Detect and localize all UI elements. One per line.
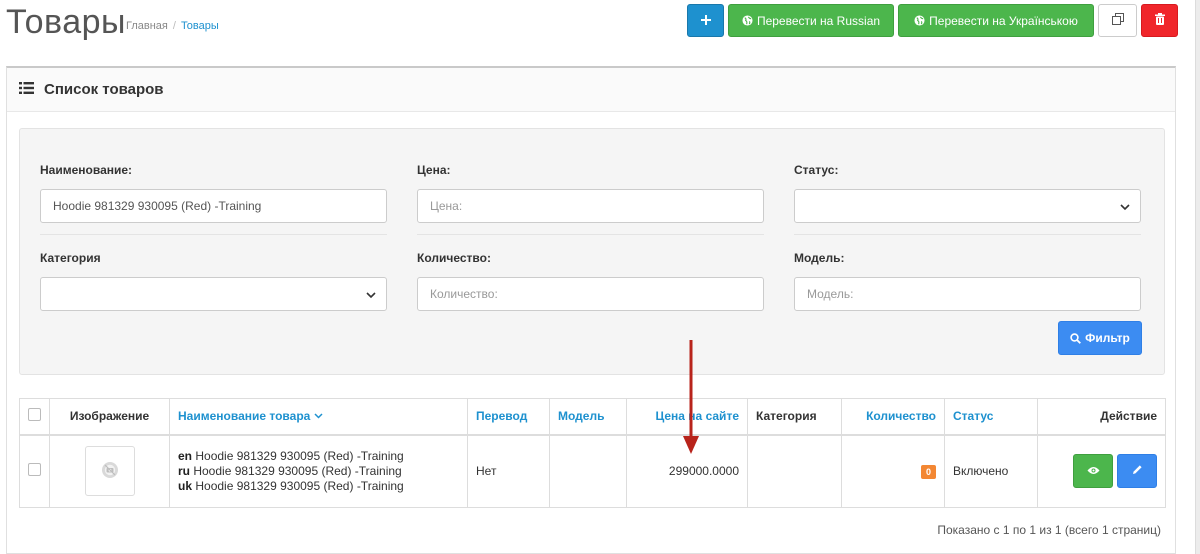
filter-category-select[interactable] xyxy=(40,277,387,311)
products-table: Изображение Наименование товара Перевод … xyxy=(19,398,1166,508)
filter-name-value: Hoodie 981329 930095 (Red) -Training xyxy=(53,199,262,213)
col-quantity[interactable]: Количество xyxy=(841,398,945,436)
annotation-arrow xyxy=(683,340,699,454)
filter-status-select[interactable] xyxy=(794,189,1141,223)
row-model-cell xyxy=(549,434,627,508)
product-thumbnail xyxy=(84,446,135,497)
edit-button[interactable] xyxy=(1117,454,1157,489)
select-all-checkbox[interactable] xyxy=(28,408,41,422)
window-scrollbar[interactable] xyxy=(1195,0,1200,554)
pencil-icon xyxy=(1132,464,1143,478)
row-select-cell xyxy=(19,434,50,508)
filter-price-label: Цена: xyxy=(417,163,451,177)
filter-price-group: Цена: Цена: xyxy=(417,163,764,223)
delete-button[interactable] xyxy=(1141,4,1178,37)
search-icon xyxy=(1070,332,1082,344)
col-quantity-link[interactable]: Количество xyxy=(866,409,936,423)
view-button[interactable] xyxy=(1073,454,1113,489)
filter-name-label: Наименование: xyxy=(40,163,133,177)
pagination-summary: Показано с 1 по 1 из 1 (всего 1 страниц) xyxy=(937,523,1161,537)
quantity-badge: 0 xyxy=(920,464,936,479)
row-checkbox[interactable] xyxy=(28,463,41,477)
page-title: Товары xyxy=(6,3,126,41)
breadcrumb-home[interactable]: Главная xyxy=(126,20,168,32)
filter-category-group: Категория xyxy=(40,251,387,311)
top-actions: Перевести на Russian Перевести на Україн… xyxy=(687,4,1178,37)
breadcrumb-separator: / xyxy=(172,20,176,32)
filter-status-group: Статус: xyxy=(794,163,1141,223)
col-translation-link[interactable]: Перевод xyxy=(476,409,527,423)
filter-model-input[interactable]: Модель: xyxy=(794,277,1141,311)
filter-quantity-input[interactable]: Количество: xyxy=(417,277,764,311)
breadcrumb-products[interactable]: Товары xyxy=(181,20,219,32)
globe-icon xyxy=(914,15,925,26)
table-header-row: Изображение Наименование товара Перевод … xyxy=(19,398,1166,436)
translate-uk-label: Перевести на Українською xyxy=(929,13,1078,28)
filter-divider xyxy=(794,234,1141,235)
select-all-cell xyxy=(19,398,50,436)
filter-divider xyxy=(40,234,387,235)
eye-icon xyxy=(1087,464,1100,478)
filter-status-label: Статус: xyxy=(794,163,839,177)
filter-model-label: Модель: xyxy=(794,251,845,265)
filter-quantity-label: Количество: xyxy=(417,251,491,265)
row-action-cell xyxy=(1037,434,1166,508)
copy-button[interactable] xyxy=(1098,4,1137,37)
col-model[interactable]: Модель xyxy=(549,398,627,436)
filter-quantity-placeholder: Количество: xyxy=(430,287,498,301)
filter-model-group: Модель: Модель: xyxy=(794,251,1141,311)
col-image: Изображение xyxy=(49,398,170,436)
translate-ru-label: Перевести на Russian xyxy=(756,13,881,28)
row-quantity-cell: 0 xyxy=(841,434,945,508)
product-name-ru: ru Hoodie 981329 930095 (Red) -Training xyxy=(178,463,402,478)
col-name[interactable]: Наименование товара xyxy=(169,398,468,436)
plus-icon xyxy=(700,14,711,28)
row-name-cell: en Hoodie 981329 930095 (Red) -Training … xyxy=(169,434,468,508)
row-translation-cell: Нет xyxy=(467,434,550,508)
sort-chevron-icon xyxy=(314,409,323,423)
chevron-down-icon xyxy=(1120,201,1130,215)
filter-button[interactable]: Фильтр xyxy=(1058,321,1142,355)
col-category: Категория xyxy=(747,398,842,436)
filter-name-input[interactable]: Hoodie 981329 930095 (Red) -Training xyxy=(40,189,387,223)
trash-icon xyxy=(1154,13,1165,28)
product-name-uk: uk Hoodie 981329 930095 (Red) -Training xyxy=(178,478,404,493)
copy-icon xyxy=(1111,13,1124,28)
row-status-cell: Включено xyxy=(944,434,1038,508)
list-icon xyxy=(19,82,34,97)
panel-title: Список товаров xyxy=(44,81,164,98)
col-action: Действие xyxy=(1037,398,1166,436)
panel-heading: Список товаров xyxy=(7,68,1175,112)
add-button[interactable] xyxy=(687,4,724,37)
chevron-down-icon xyxy=(366,289,376,303)
row-image-cell xyxy=(49,434,170,508)
col-translation[interactable]: Перевод xyxy=(467,398,550,436)
filter-quantity-group: Количество: Количество: xyxy=(417,251,764,311)
breadcrumb: Главная / Товары xyxy=(126,20,219,32)
col-name-link[interactable]: Наименование товара xyxy=(178,409,310,423)
filter-price-placeholder: Цена: xyxy=(430,199,463,213)
filter-button-label: Фильтр xyxy=(1085,331,1130,345)
filter-name-group: Наименование: Hoodie 981329 930095 (Red)… xyxy=(40,163,387,223)
filter-well: Наименование: Hoodie 981329 930095 (Red)… xyxy=(19,128,1165,375)
product-list-panel: Список товаров Наименование: Hoodie 9813… xyxy=(6,66,1176,554)
translate-ru-button[interactable]: Перевести на Russian xyxy=(728,4,894,37)
row-actions xyxy=(1046,454,1157,489)
table-row: en Hoodie 981329 930095 (Red) -Training … xyxy=(19,434,1166,508)
filter-divider xyxy=(417,234,764,235)
no-image-icon xyxy=(101,461,119,482)
product-name-en: en Hoodie 981329 930095 (Red) -Training xyxy=(178,448,404,463)
row-category-cell xyxy=(747,434,842,508)
filter-category-label: Категория xyxy=(40,251,101,265)
col-status[interactable]: Статус xyxy=(944,398,1038,436)
globe-icon xyxy=(742,15,753,26)
translate-uk-button[interactable]: Перевести на Українською xyxy=(898,4,1094,37)
filter-model-placeholder: Модель: xyxy=(807,287,854,301)
col-model-link[interactable]: Модель xyxy=(558,409,604,423)
filter-price-input[interactable]: Цена: xyxy=(417,189,764,223)
col-status-link[interactable]: Статус xyxy=(953,409,993,423)
